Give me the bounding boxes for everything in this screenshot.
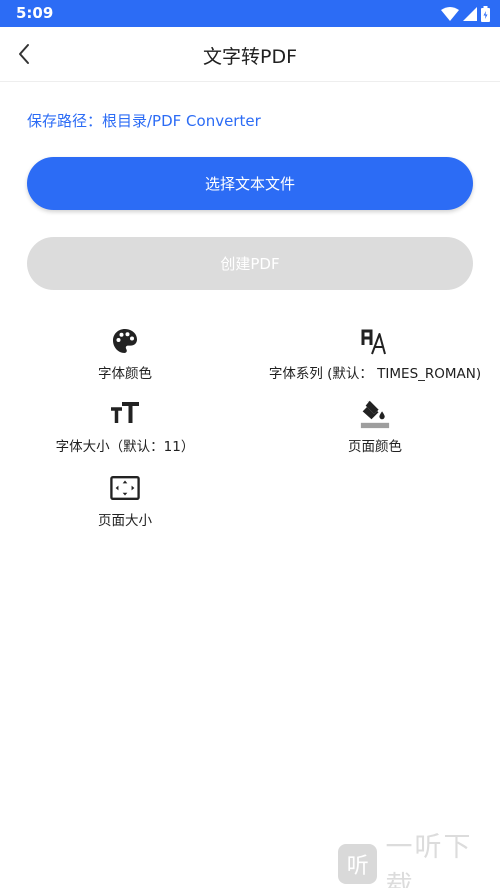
font-size-option[interactable]: 字体大小（默认：11） bbox=[0, 399, 250, 455]
status-icons bbox=[441, 5, 490, 22]
paint-bucket-icon bbox=[360, 399, 390, 429]
page-size-option[interactable]: 页面大小 bbox=[0, 473, 250, 529]
watermark-text: 一听下载 bbox=[385, 832, 473, 888]
select-text-file-button[interactable]: 选择文本文件 bbox=[27, 157, 473, 210]
page-title: 文字转PDF bbox=[202, 46, 298, 68]
font-size-icon bbox=[110, 399, 140, 429]
page-color-option[interactable]: 页面颜色 bbox=[250, 399, 500, 455]
font-size-label: 字体大小（默认：11） bbox=[55, 439, 195, 455]
page-color-label: 页面颜色 bbox=[348, 439, 402, 455]
watermark-badge: 听 bbox=[338, 844, 378, 884]
palette-icon bbox=[110, 326, 140, 356]
font-family-icon bbox=[360, 326, 390, 356]
signal-icon bbox=[463, 6, 477, 21]
status-time: 5:09 bbox=[16, 4, 54, 22]
font-color-label: 字体颜色 bbox=[98, 366, 152, 382]
watermark-logo: 听 一听下载 bbox=[338, 832, 500, 888]
font-family-label: 字体系列 (默认： TIMES_ROMAN) bbox=[268, 366, 482, 382]
save-path-label: 保存路径：根目录/PDF Converter bbox=[27, 112, 261, 130]
page-size-label: 页面大小 bbox=[98, 513, 152, 529]
font-color-option[interactable]: 字体颜色 bbox=[0, 326, 250, 382]
app-bar: 文字转PDF bbox=[0, 27, 500, 82]
page-size-icon bbox=[110, 473, 140, 503]
status-bar: 5:09 bbox=[0, 0, 500, 27]
battery-icon bbox=[481, 5, 490, 22]
wifi-icon bbox=[441, 6, 459, 21]
font-family-option[interactable]: 字体系列 (默认： TIMES_ROMAN) bbox=[250, 326, 500, 382]
create-pdf-button[interactable]: 创建PDF bbox=[27, 237, 473, 290]
